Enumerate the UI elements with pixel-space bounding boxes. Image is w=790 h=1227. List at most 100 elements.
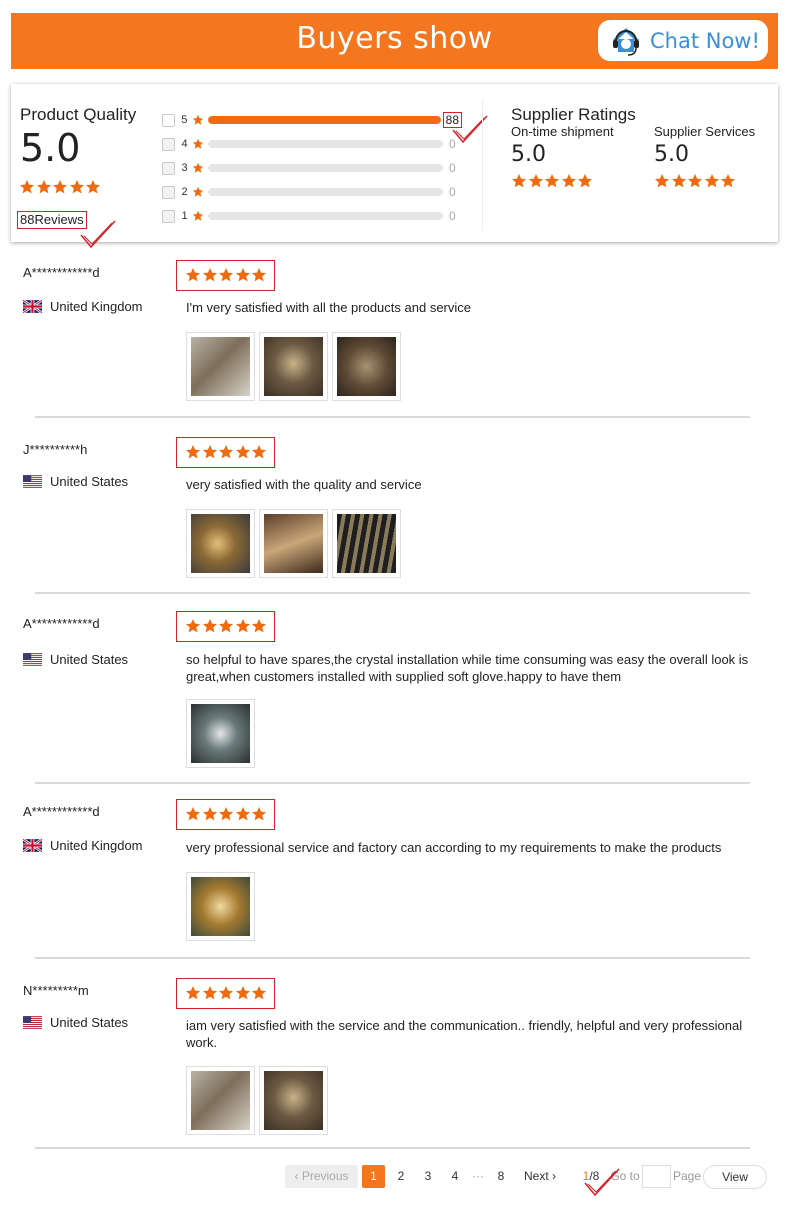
star-icon — [192, 186, 204, 198]
distribution-count: 0 — [449, 185, 456, 199]
ontime-shipment-label: On-time shipment — [511, 124, 614, 139]
review-photos — [186, 699, 259, 768]
next-page-button[interactable]: Next › — [518, 1165, 562, 1188]
view-button[interactable]: View — [703, 1165, 767, 1189]
review-photo[interactable] — [259, 1066, 328, 1135]
pagination-ellipsis: ··· — [472, 1169, 484, 1183]
review-photos — [186, 509, 405, 578]
product-quality-score: 5.0 — [20, 126, 81, 170]
review-photo[interactable] — [186, 332, 255, 401]
reviewer-country: United Kingdom — [23, 838, 143, 853]
star-icon — [687, 173, 703, 189]
distribution-bar — [208, 140, 443, 148]
star-icon — [202, 806, 218, 822]
previous-page-button[interactable]: ‹ Previous — [285, 1165, 358, 1188]
reviewer-name: A************d — [23, 616, 100, 631]
goto-page-input[interactable] — [642, 1165, 671, 1188]
star-icon — [218, 444, 234, 460]
star-icon — [235, 985, 251, 1001]
review-photo[interactable] — [186, 872, 255, 941]
supplier-services-label: Supplier Services — [654, 124, 756, 139]
filter-checkbox[interactable] — [162, 137, 175, 151]
star-icon — [720, 173, 736, 189]
review-separator — [35, 592, 750, 594]
page-button-3[interactable]: 3 — [417, 1165, 439, 1188]
star-icon — [185, 444, 201, 460]
rating-summary-card: Product Quality 5.0 88Reviews 5 88 4 0 3 0 2 0 1… — [11, 84, 778, 249]
country-name: United States — [50, 474, 129, 489]
filter-checkbox[interactable] — [162, 209, 175, 223]
ontime-shipment-score: 5.0 — [511, 142, 546, 167]
reviewer-country: United States — [23, 652, 128, 667]
review-photo[interactable] — [259, 509, 328, 578]
page-button-2[interactable]: 2 — [390, 1165, 412, 1188]
reviewer-country: United States — [23, 474, 128, 489]
star-icon — [192, 114, 204, 126]
page-button-8[interactable]: 8 — [490, 1165, 512, 1188]
star-icon — [544, 173, 560, 189]
star-level: 5 — [181, 114, 188, 126]
star-level: 1 — [181, 210, 188, 222]
us-flag-icon — [23, 653, 42, 666]
reviewer-name: J**********h — [23, 442, 88, 457]
star-icon — [192, 210, 204, 222]
review-photo[interactable] — [259, 332, 328, 401]
distribution-row-4: 40 — [162, 132, 462, 156]
reviewer-country: United Kingdom — [23, 299, 143, 314]
checkmark-annotation-icon — [584, 1168, 620, 1197]
review-photo[interactable] — [186, 699, 255, 768]
star-icon — [185, 985, 201, 1001]
star-icon — [251, 985, 267, 1001]
reviews-count-link[interactable]: 88Reviews — [17, 211, 87, 229]
star-icon — [218, 267, 234, 283]
star-icon — [19, 179, 35, 195]
review-text: iam very satisfied with the service and … — [186, 1018, 743, 1050]
star-icon — [235, 806, 251, 822]
review-separator — [35, 1147, 750, 1149]
filter-checkbox[interactable] — [162, 113, 175, 127]
distribution-row-3: 30 — [162, 156, 462, 180]
review-photo[interactable] — [186, 509, 255, 578]
star-icon — [192, 162, 204, 174]
page-button-4[interactable]: 4 — [444, 1165, 466, 1188]
review-text: very professional service and factory ca… — [186, 840, 722, 855]
chat-now-button[interactable]: Chat Now! — [598, 20, 768, 61]
review-stars — [176, 437, 275, 468]
filter-checkbox[interactable] — [162, 185, 175, 199]
ontime-shipment-stars — [511, 173, 614, 191]
page-label: Page — [672, 1169, 702, 1183]
country-name: United States — [50, 1015, 129, 1030]
buyers-show-banner: Buyers show Chat Now! — [11, 13, 778, 69]
star-icon — [218, 618, 234, 634]
supplier-services-rating: Supplier Services 5.0 — [654, 124, 755, 191]
country-name: United Kingdom — [50, 838, 143, 853]
review-photo[interactable] — [186, 1066, 255, 1135]
page-button-1[interactable]: 1 — [362, 1165, 385, 1188]
headset-house-icon — [610, 25, 642, 57]
filter-checkbox[interactable] — [162, 161, 175, 175]
reviewer-name: N*********m — [23, 983, 89, 998]
star-icon — [577, 173, 593, 189]
distribution-count: 0 — [449, 209, 456, 223]
checkmark-annotation-icon — [452, 115, 488, 144]
star-icon — [511, 173, 527, 189]
distribution-count: 0 — [449, 161, 456, 175]
distribution-row-1: 10 — [162, 204, 462, 228]
review-separator — [35, 957, 750, 959]
star-icon — [528, 173, 544, 189]
star-icon — [192, 138, 204, 150]
supplier-services-stars — [654, 173, 755, 191]
star-distribution: 5 88 4 0 3 0 2 0 1 0 — [162, 108, 462, 228]
us-flag-icon — [23, 1016, 42, 1029]
distribution-row-2: 20 — [162, 180, 462, 204]
review-photos — [186, 1066, 332, 1135]
next-label: Next — [523, 1169, 549, 1183]
star-icon — [85, 179, 101, 195]
review-photo[interactable] — [332, 332, 401, 401]
review-photos — [186, 332, 405, 401]
us-flag-icon — [23, 475, 42, 488]
previous-label: Previous — [301, 1169, 349, 1183]
review-photo[interactable] — [332, 509, 401, 578]
star-icon — [52, 179, 68, 195]
distribution-row-5: 5 88 — [162, 108, 462, 132]
